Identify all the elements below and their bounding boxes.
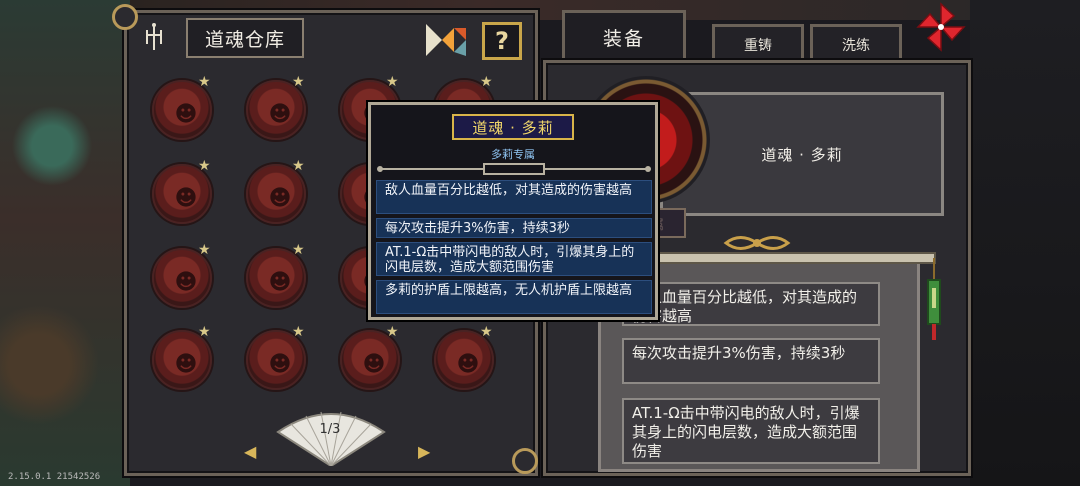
star-icon: ★ (198, 158, 211, 174)
character-face-icon: ☻ (174, 102, 198, 127)
corner-ornament (512, 448, 538, 474)
character-face-icon: ☻ (268, 186, 292, 211)
character-face-icon: ☻ (174, 270, 198, 295)
effect-line: 敌人血量百分比越低，对其造成的伤害越高 (622, 282, 880, 326)
game-background-left (0, 0, 130, 486)
page-indicator: 1/3 (319, 422, 341, 437)
tab-equip[interactable]: 装备 (562, 10, 686, 62)
tooltip-title: 道魂 · 多莉 (452, 114, 574, 140)
fork-icon (140, 22, 168, 52)
soul-slot[interactable]: ☻★ (338, 324, 402, 390)
character-face-icon: ☻ (268, 270, 292, 295)
star-icon: ★ (480, 74, 493, 90)
soul-slot[interactable]: ☻★ (244, 74, 308, 140)
character-face-icon: ☻ (174, 186, 198, 211)
version-label: 2.15.0.1 21542526 (8, 472, 101, 482)
tooltip-divider (377, 163, 651, 175)
warehouse-title: 道魂仓库 (186, 18, 304, 58)
effect-line: AT.1-Ω击中带闪电的敌人时，引爆其身上的闪电层数，造成大额范围伤害 (622, 398, 880, 464)
star-icon: ★ (198, 324, 211, 340)
star-icon: ★ (292, 74, 305, 90)
tab-refine[interactable]: 洗练 (810, 24, 902, 62)
character-face-icon: ☻ (456, 352, 480, 377)
character-face-icon: ☻ (268, 352, 292, 377)
prev-page-button[interactable]: ◀ (244, 442, 256, 461)
tooltip-subtitle: 多莉专属 (491, 148, 535, 161)
soul-slot[interactable]: ☻★ (432, 324, 496, 390)
corner-ornament (112, 4, 138, 30)
soul-slot[interactable]: ☻★ (150, 74, 214, 140)
soul-slot[interactable]: ☻★ (244, 324, 308, 390)
character-face-icon: ☻ (268, 102, 292, 127)
star-icon: ★ (386, 74, 399, 90)
soul-slot[interactable]: ☻★ (244, 242, 308, 308)
tooltip-line: 每次攻击提升3%伤害，持续3秒 (376, 218, 652, 238)
fan-pager-icon (276, 411, 386, 466)
effect-line: 每次攻击提升3%伤害，持续3秒 (622, 338, 880, 384)
star-icon: ★ (198, 74, 211, 90)
star-icon: ★ (386, 324, 399, 340)
character-face-icon: ☻ (174, 352, 198, 377)
pinwheel-close-icon[interactable] (916, 2, 966, 52)
tooltip-line: 多莉的护盾上限越高，无人机护盾上限越高 (376, 280, 652, 314)
jade-pendant-icon (927, 258, 941, 340)
star-icon: ★ (292, 242, 305, 258)
tangram-icon[interactable] (424, 22, 468, 58)
soul-slot[interactable]: ☻★ (150, 324, 214, 390)
tooltip-line: AT.1-Ω击中带闪电的敌人时，引爆其身上的闪电层数，造成大额范围伤害 (376, 242, 652, 276)
star-icon: ★ (292, 324, 305, 340)
soul-slot[interactable]: ☻★ (150, 242, 214, 308)
tab-recast[interactable]: 重铸 (712, 24, 804, 62)
next-page-button[interactable]: ▶ (418, 442, 430, 461)
soul-slot[interactable]: ☻★ (150, 158, 214, 224)
character-face-icon: ☻ (362, 352, 386, 377)
star-icon: ★ (198, 242, 211, 258)
help-button[interactable]: ? (482, 22, 522, 60)
ornament-icon (723, 236, 791, 250)
soul-slot[interactable]: ☻★ (244, 158, 308, 224)
game-background-right (970, 0, 1080, 486)
star-icon: ★ (480, 324, 493, 340)
star-icon: ★ (292, 158, 305, 174)
tooltip-line: 敌人血量百分比越低，对其造成的伤害越高 (376, 180, 652, 214)
